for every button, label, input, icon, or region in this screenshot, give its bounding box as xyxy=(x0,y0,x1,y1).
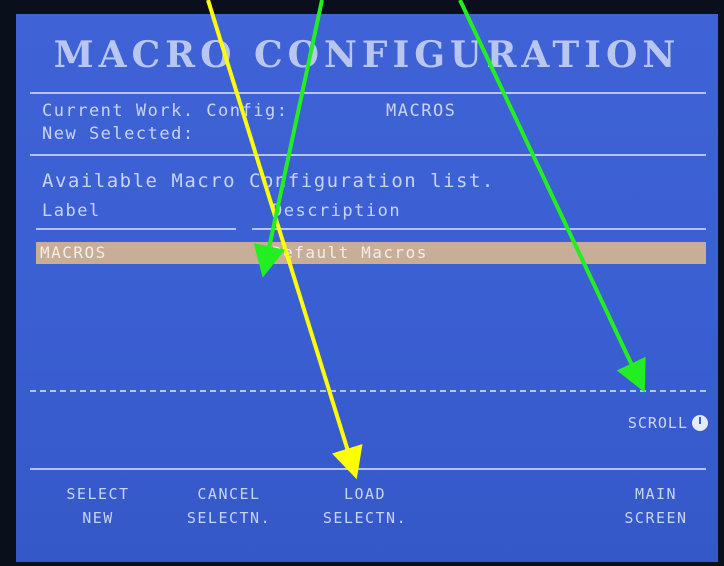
list-item-selected[interactable]: MACROS Default Macros xyxy=(36,242,706,264)
list-bottom-separator xyxy=(30,390,706,392)
softkey-divider xyxy=(30,468,706,470)
main-screen-softkey[interactable]: MAIN SCREEN xyxy=(606,482,706,530)
lcd-screen: MACRO CONFIGURATION Current Work. Config… xyxy=(16,14,718,562)
softkey-line1: MAIN xyxy=(634,485,678,503)
page-title: MACRO CONFIGURATION xyxy=(53,34,681,76)
select-new-softkey[interactable]: SELECT NEW xyxy=(48,482,148,530)
knob-icon xyxy=(692,415,708,431)
divider xyxy=(30,92,706,94)
current-config-label: Current Work. Config: xyxy=(42,101,289,121)
softkey-line1: SELECT xyxy=(66,485,130,503)
softkey-line2: NEW xyxy=(82,509,114,527)
column-underline-description xyxy=(252,228,706,230)
current-config-value: MACROS xyxy=(386,101,457,121)
cancel-selection-softkey[interactable]: CANCEL SELECTN. xyxy=(174,482,284,530)
row-label: MACROS xyxy=(40,243,107,262)
divider xyxy=(30,154,706,156)
available-list-heading: Available Macro Configuration list. xyxy=(42,170,495,192)
softkey-line2: SCREEN xyxy=(624,509,688,527)
load-selection-softkey[interactable]: LOAD SELECTN. xyxy=(310,482,420,530)
row-description: Default Macros xyxy=(272,243,428,262)
softkey-line1: CANCEL xyxy=(197,485,261,503)
new-selected-label: New Selected: xyxy=(42,124,195,144)
column-underline-label xyxy=(36,228,236,230)
softkey-line2: SELECTN. xyxy=(322,509,408,527)
softkey-line2: SELECTN. xyxy=(186,509,272,527)
softkey-line1: LOAD xyxy=(343,485,387,503)
scroll-label: SCROLL xyxy=(627,414,688,432)
column-header-label: Label xyxy=(42,201,101,221)
scroll-indicator[interactable]: SCROLL xyxy=(628,414,708,432)
column-header-description: Description xyxy=(272,201,402,221)
